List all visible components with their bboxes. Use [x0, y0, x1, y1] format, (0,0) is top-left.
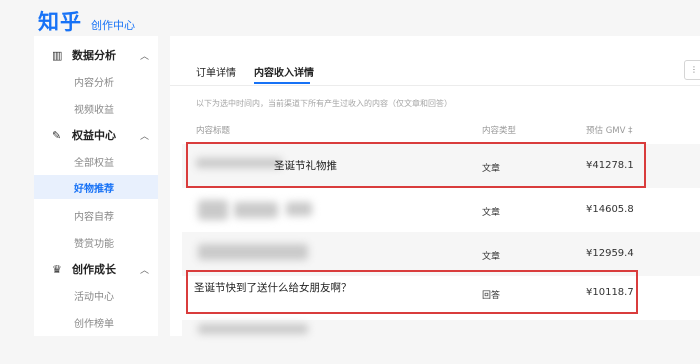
highlight-box	[186, 270, 638, 314]
sidebar-item-creator-ranking[interactable]: 创作榜单	[34, 310, 158, 334]
creator-center-label[interactable]: 创作中心	[91, 17, 135, 33]
sidebar-item-appreciation[interactable]: 赞赏功能	[34, 230, 158, 254]
row-gmv: ¥14605.8	[586, 204, 634, 215]
table-header: 内容标题 内容类型 预估 GMV ‡	[196, 122, 700, 138]
nav-group-data-analysis[interactable]: ▥ 数据分析 ︿	[34, 44, 158, 66]
sidebar-item-activity-center[interactable]: 活动中心	[34, 283, 158, 307]
sidebar-item-video-income[interactable]: 视频收益	[34, 96, 158, 120]
sidebar-item-label: 赞赏功能	[74, 238, 114, 250]
tab-bar: 订单详情 内容收入详情 ⋮	[170, 36, 700, 86]
table-row[interactable]	[182, 320, 700, 364]
active-tab-indicator	[254, 82, 310, 84]
zhihu-logo[interactable]: 知乎	[38, 6, 82, 36]
sidebar-item-label: 活动中心	[74, 291, 114, 303]
column-header-gmv[interactable]: 预估 GMV ‡	[586, 124, 632, 136]
sidebar-item-self-recommend[interactable]: 内容自荐	[34, 203, 158, 227]
row-gmv: ¥12959.4	[586, 248, 634, 259]
row-type: 文章	[482, 252, 501, 262]
sidebar: ▥ 数据分析 ︿ 内容分析 视频收益 ✎ 权益中心 ︿ 全部权益 好物推荐 内容…	[34, 36, 158, 336]
sidebar-item-label: 创作榜单	[74, 318, 114, 330]
blurred-title	[234, 202, 278, 218]
top-bar: 知乎 创作中心	[0, 0, 700, 36]
row-type: 文章	[482, 208, 501, 218]
bar-chart-icon: ▥	[52, 48, 63, 62]
brand[interactable]: 知乎 创作中心	[38, 6, 135, 36]
export-button[interactable]: ⋮	[684, 60, 700, 80]
blurred-title	[286, 202, 312, 216]
nav-group-creator-growth[interactable]: ♛ 创作成长 ︿	[34, 258, 158, 280]
chevron-up-icon[interactable]: ︿	[140, 129, 149, 142]
highlight-box	[186, 142, 646, 188]
table-note: 以下为选中时间内，当前渠道下所有产生过收入的内容（仅文章和回答）	[196, 99, 452, 108]
sidebar-item-good-recommend[interactable]: 好物推荐	[34, 175, 158, 199]
sidebar-item-label: 全部权益	[74, 157, 114, 169]
chevron-up-icon[interactable]: ︿	[140, 49, 149, 62]
sidebar-item-all-rights[interactable]: 全部权益	[34, 149, 158, 173]
column-header-type: 内容类型	[482, 126, 517, 136]
sidebar-item-content-analysis[interactable]: 内容分析	[34, 69, 158, 93]
tab-order-details[interactable]: 订单详情	[196, 64, 236, 79]
sidebar-item-label: 内容自荐	[74, 211, 114, 223]
blurred-title	[198, 244, 308, 260]
nav-group-label: 权益中心	[72, 129, 116, 142]
cup-icon: ♛	[52, 262, 62, 276]
nav-group-label: 数据分析	[72, 49, 116, 62]
sidebar-item-label: 视频收益	[74, 104, 114, 116]
tab-content-income-details[interactable]: 内容收入详情	[254, 64, 314, 79]
nav-group-rights-center[interactable]: ✎ 权益中心 ︿	[34, 124, 158, 146]
column-header-title: 内容标题	[196, 126, 231, 136]
sidebar-item-label: 好物推荐	[74, 183, 114, 195]
chevron-up-icon[interactable]: ︿	[140, 263, 149, 276]
blurred-title	[198, 200, 228, 220]
pen-icon: ✎	[52, 128, 62, 142]
table-row[interactable]: 文章 ¥14605.8	[182, 188, 700, 232]
sidebar-item-label: 内容分析	[74, 77, 114, 89]
nav-group-label: 创作成长	[72, 263, 116, 276]
